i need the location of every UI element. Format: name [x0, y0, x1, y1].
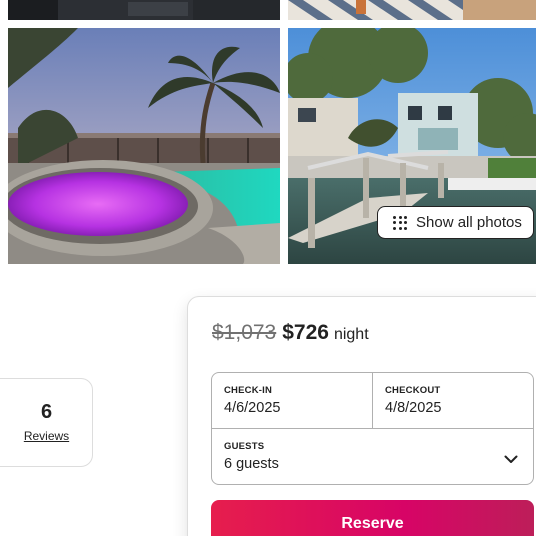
price-unit: night	[333, 326, 369, 343]
price-row: $1,073 $726 night	[212, 321, 369, 345]
house-photo-image	[8, 0, 280, 20]
photo-house-top[interactable]	[8, 0, 280, 20]
guests-dropdown[interactable]: GUESTS 6 guests	[212, 429, 533, 484]
guests-count: 6 guests	[224, 456, 279, 472]
reviews-count: 6	[40, 401, 53, 423]
chevron-down-icon[interactable]	[503, 451, 519, 467]
checkin-field[interactable]: CHECK-IN 4/6/2025	[212, 373, 373, 429]
discounted-price: $726	[282, 321, 329, 344]
booking-card: $1,073 $726 night CHECK-IN 4/6/2025 CHEC…	[187, 296, 536, 536]
checkout-date: 4/8/2025	[385, 400, 442, 416]
reserve-button[interactable]: Reserve	[211, 500, 534, 536]
checkin-label: CHECK-IN	[224, 385, 273, 396]
original-price: $1,073	[212, 321, 277, 344]
guests-label: GUESTS	[224, 441, 265, 452]
reviews-link[interactable]: Reviews	[24, 429, 69, 443]
show-all-photos-label: Show all photos	[416, 214, 522, 231]
grid-dots-icon	[393, 215, 407, 230]
checkin-date: 4/6/2025	[224, 400, 281, 416]
patio-photo-image	[288, 0, 536, 20]
show-all-photos-button[interactable]: Show all photos	[377, 206, 534, 239]
photo-pool[interactable]	[8, 28, 280, 264]
date-guest-picker: CHECK-IN 4/6/2025 CHECKOUT 4/8/2025 GUES…	[211, 372, 534, 485]
checkout-label: CHECKOUT	[385, 385, 441, 396]
checkout-field[interactable]: CHECKOUT 4/8/2025	[373, 373, 533, 429]
reviews-summary-card: 6 Reviews	[0, 378, 93, 467]
pool-hot-tub-image	[8, 28, 280, 264]
photo-patio-top[interactable]	[288, 0, 536, 20]
